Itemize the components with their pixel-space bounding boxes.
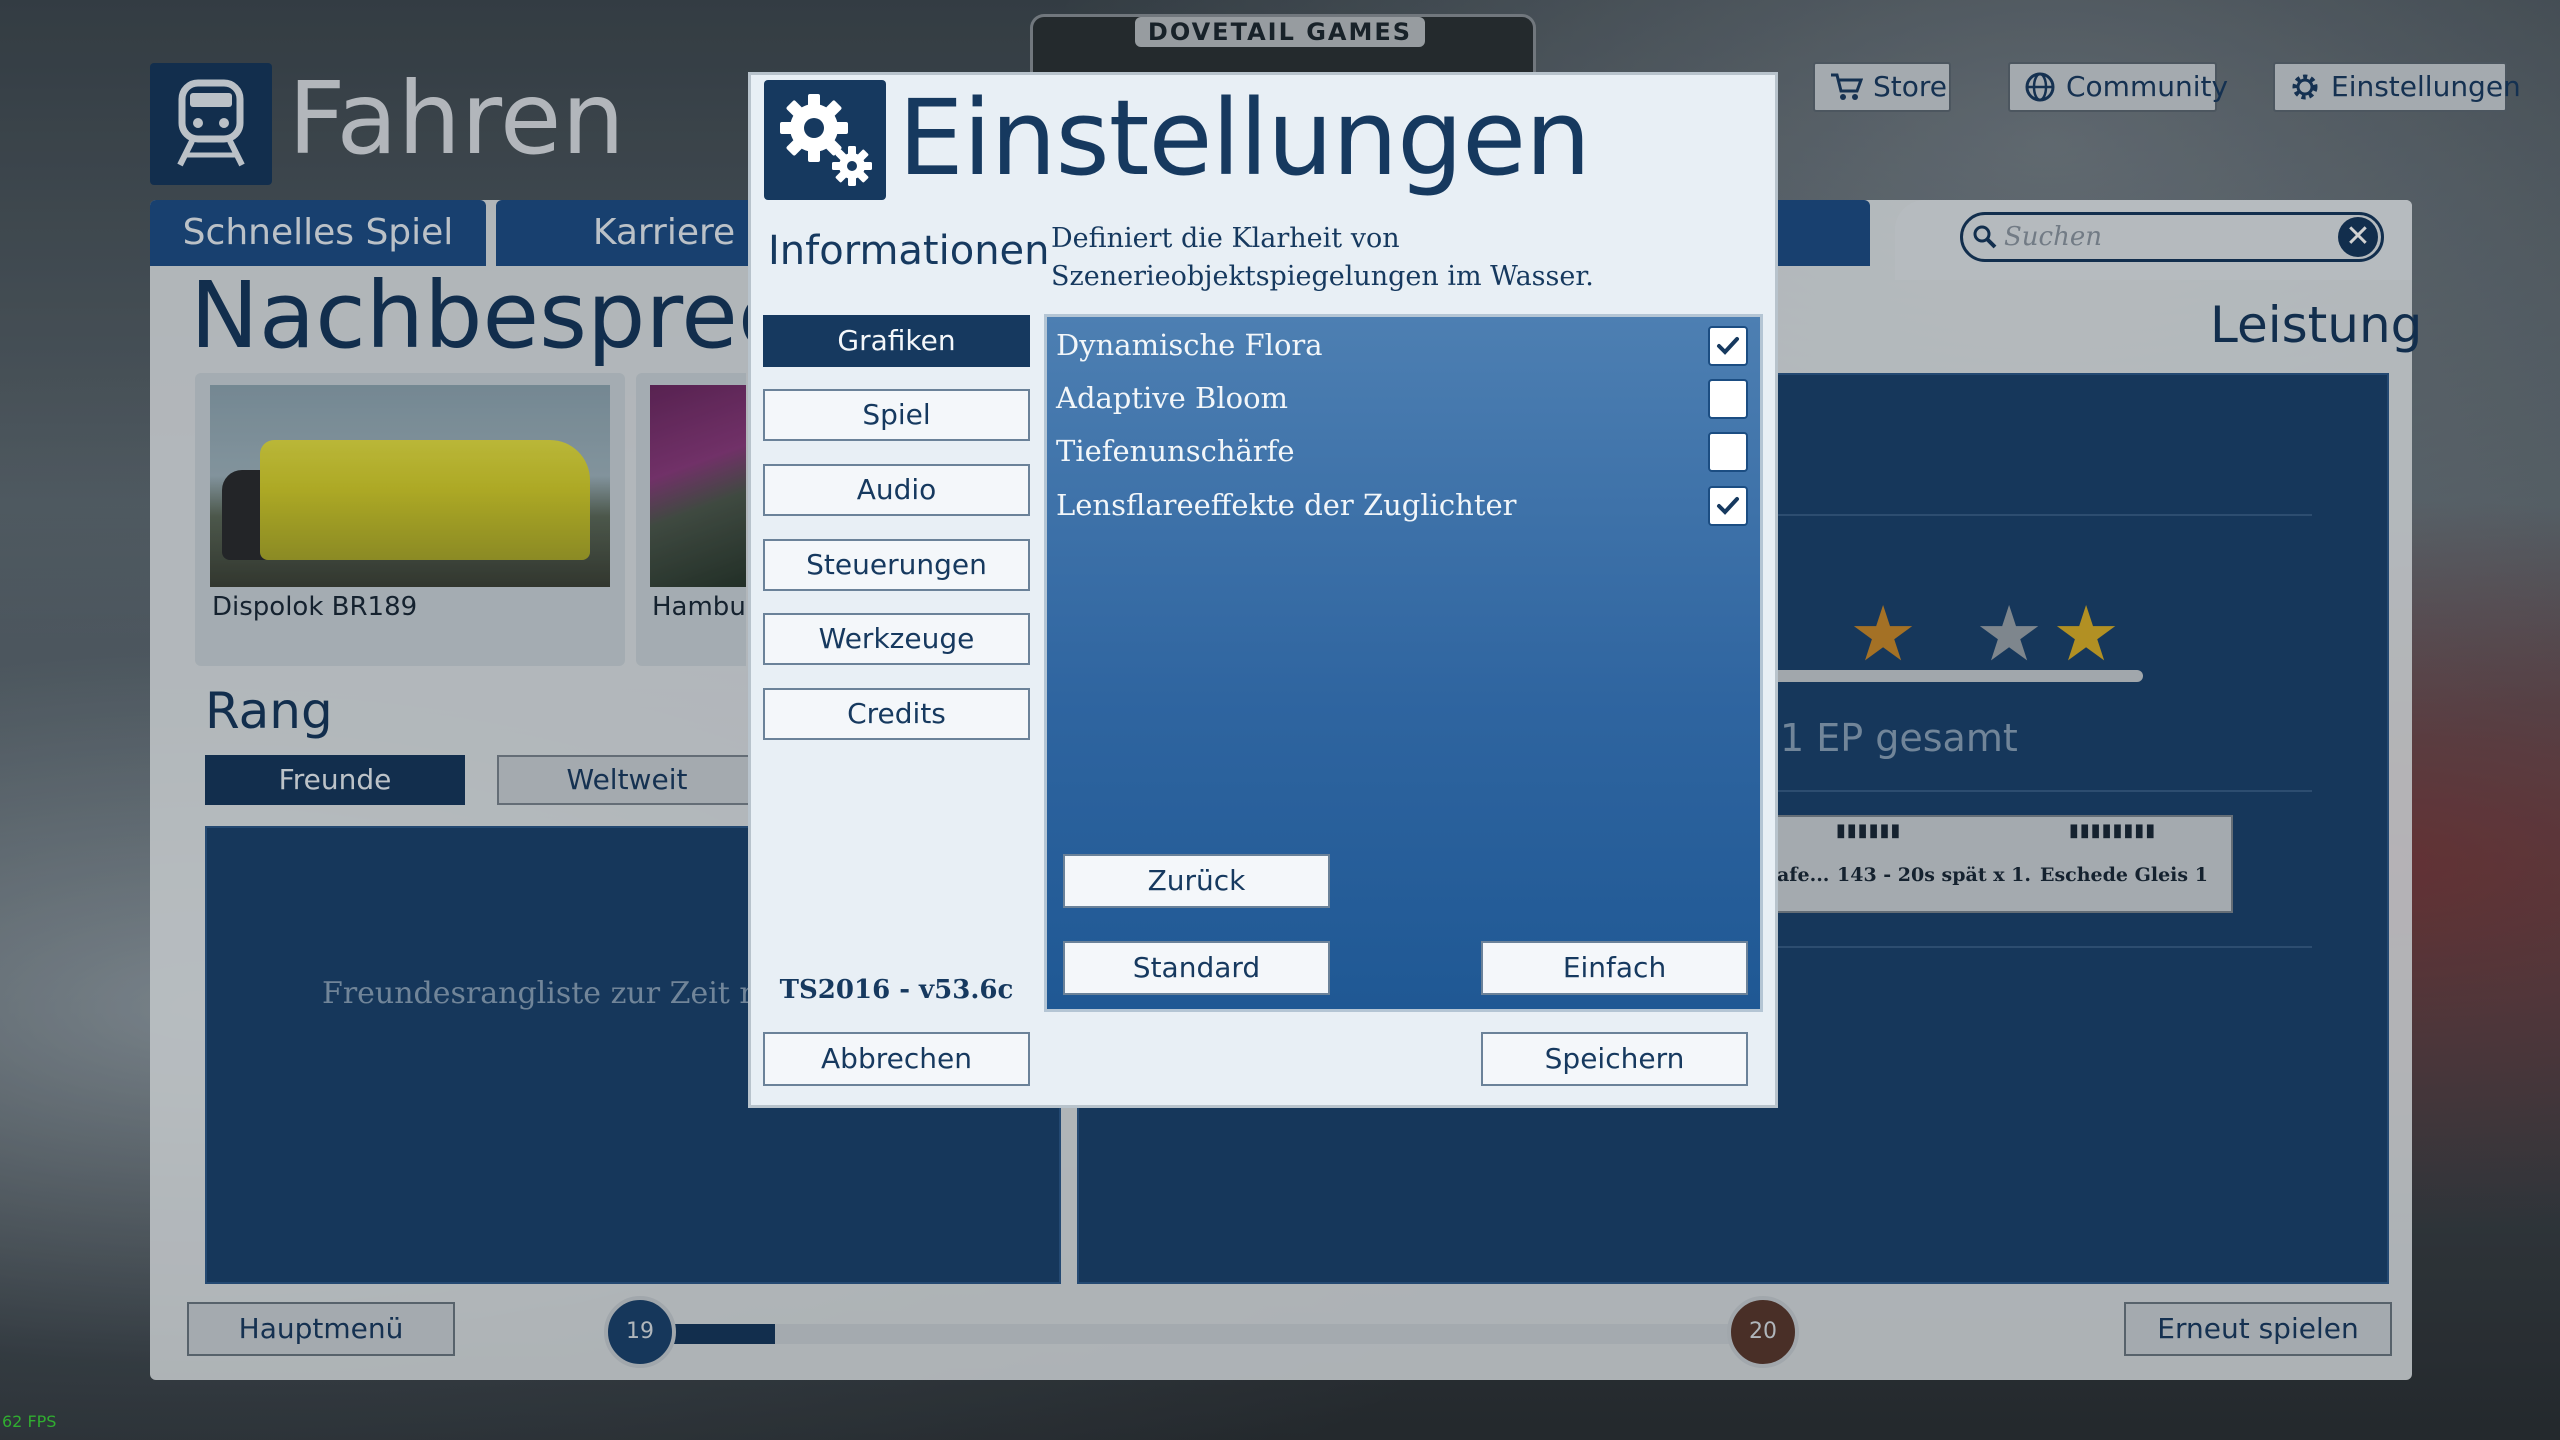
tab-game[interactable]: Spiel: [763, 389, 1030, 441]
tab-credits[interactable]: Credits: [763, 688, 1030, 740]
option-label: Tiefenunschärfe: [1056, 434, 1295, 468]
option-adaptive-bloom: Adaptive Bloom: [1056, 377, 1756, 423]
tab-controls[interactable]: Steuerungen: [763, 539, 1030, 591]
dynamic-flora-checkbox[interactable]: [1708, 326, 1748, 366]
lens-flare-checkbox[interactable]: [1708, 486, 1748, 526]
version-label: TS2016 - v53.6c: [779, 975, 1014, 1005]
back-button[interactable]: Zurück: [1063, 854, 1330, 908]
tab-graphics[interactable]: Grafiken: [763, 315, 1030, 367]
default-preset-button[interactable]: Standard: [1063, 941, 1330, 995]
option-label: Lensflareeffekte der Zuglichter: [1056, 488, 1517, 522]
tab-tools[interactable]: Werkzeuge: [763, 613, 1030, 665]
option-label: Dynamische Flora: [1056, 328, 1323, 362]
settings-gears-icon: [764, 80, 886, 200]
cancel-button[interactable]: Abbrechen: [763, 1032, 1030, 1086]
simple-preset-button[interactable]: Einfach: [1481, 941, 1748, 995]
option-depth-of-field: Tiefenunschärfe: [1056, 430, 1756, 476]
info-heading: Informationen: [768, 228, 1050, 274]
checkmark-icon: [1717, 337, 1739, 355]
save-button[interactable]: Speichern: [1481, 1032, 1748, 1086]
option-description: Definiert die Klarheit von Szenerieobjek…: [1051, 223, 1594, 292]
depth-of-field-checkbox[interactable]: [1708, 432, 1748, 472]
option-lens-flare: Lensflareeffekte der Zuglichter: [1056, 484, 1756, 530]
adaptive-bloom-checkbox[interactable]: [1708, 379, 1748, 419]
checkmark-icon: [1717, 497, 1739, 515]
option-label: Adaptive Bloom: [1056, 381, 1289, 415]
dialog-title: Einstellungen: [898, 77, 1591, 199]
option-dynamic-flora: Dynamische Flora: [1056, 324, 1756, 370]
tab-audio[interactable]: Audio: [763, 464, 1030, 516]
